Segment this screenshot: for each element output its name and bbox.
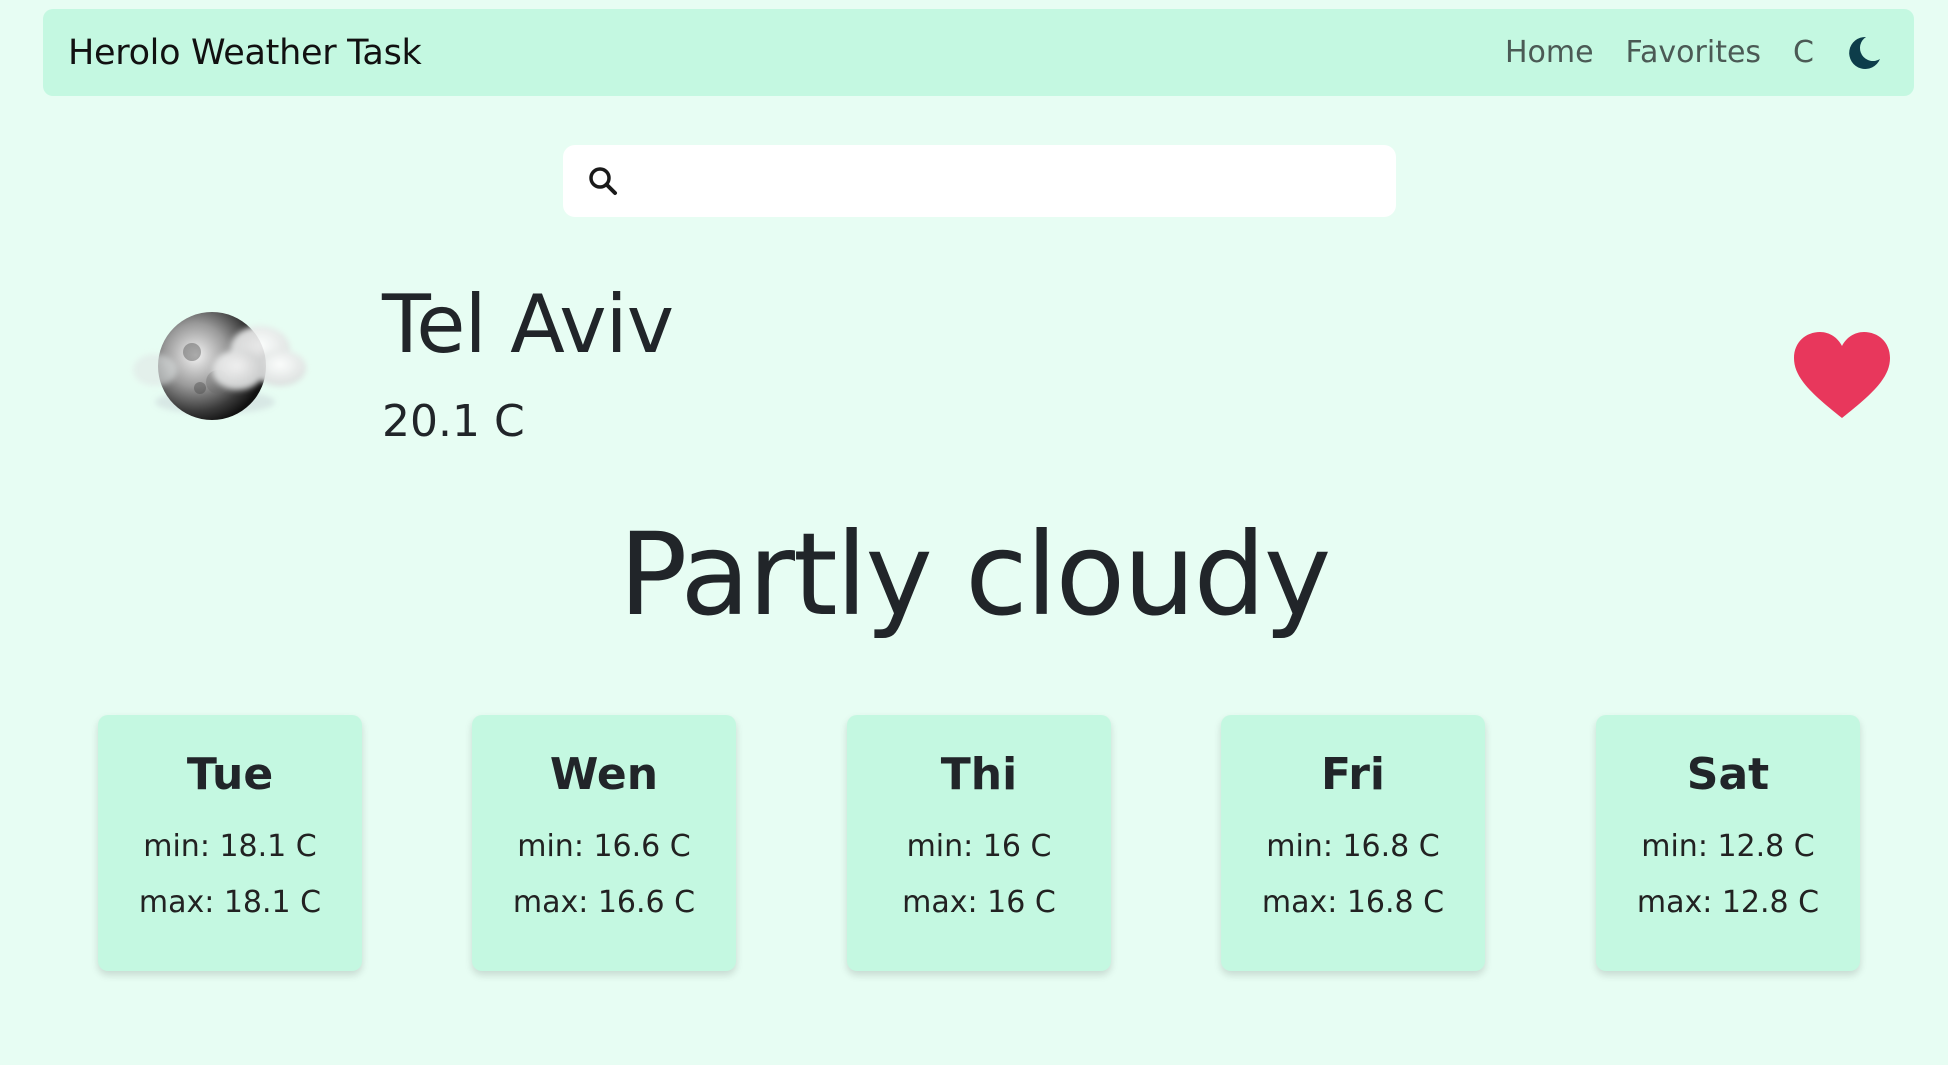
- forecast-min: min: 16 C: [906, 829, 1052, 865]
- weather-condition: Partly cloudy: [618, 508, 1332, 641]
- forecast-day: Thi: [940, 749, 1018, 800]
- forecast-min: min: 16.8 C: [1266, 829, 1440, 865]
- forecast-day: Wen: [549, 749, 659, 800]
- search-icon: [589, 167, 617, 195]
- nav-link-favorites[interactable]: Favorites: [1626, 35, 1762, 70]
- search-bar: [563, 145, 1396, 217]
- forecast-max: max: 18.1 C: [138, 885, 322, 921]
- forecast-day: Tue: [186, 749, 274, 800]
- temperature-unit-toggle[interactable]: C: [1793, 35, 1814, 70]
- forecast-min: min: 16.6 C: [517, 829, 691, 865]
- nav-links: Home Favorites C: [1505, 33, 1884, 73]
- forecast-card-tue: Tue min: 18.1 C max: 18.1 C: [98, 715, 362, 971]
- forecast-max: max: 16 C: [902, 885, 1056, 921]
- partly-cloudy-night-icon: [133, 312, 306, 420]
- search-input[interactable]: [633, 165, 1376, 197]
- forecast-card-thi: Thi min: 16 C max: 16 C: [847, 715, 1111, 971]
- forecast-min: min: 18.1 C: [143, 829, 317, 865]
- nav-link-home[interactable]: Home: [1505, 35, 1594, 70]
- navbar: Herolo Weather Task Home Favorites C: [43, 9, 1914, 96]
- forecast-max: max: 16.8 C: [1261, 885, 1445, 921]
- city-name: Tel Aviv: [382, 278, 674, 371]
- forecast-list: Tue min: 18.1 C max: 18.1 C Wen min: 16.…: [0, 715, 1948, 975]
- current-temperature: 20.1 C: [382, 396, 525, 447]
- forecast-day: Fri: [1320, 749, 1386, 800]
- forecast-max: max: 12.8 C: [1636, 885, 1820, 921]
- forecast-card-fri: Fri min: 16.8 C max: 16.8 C: [1221, 715, 1485, 971]
- forecast-min: min: 12.8 C: [1641, 829, 1815, 865]
- forecast-max: max: 16.6 C: [512, 885, 696, 921]
- brand-title[interactable]: Herolo Weather Task: [68, 33, 422, 73]
- forecast-card-wen: Wen min: 16.6 C max: 16.6 C: [472, 715, 736, 971]
- forecast-day: Sat: [1686, 749, 1770, 800]
- heart-icon[interactable]: [1790, 330, 1894, 422]
- forecast-card-sat: Sat min: 12.8 C max: 12.8 C: [1596, 715, 1860, 971]
- moon-icon[interactable]: [1844, 33, 1884, 73]
